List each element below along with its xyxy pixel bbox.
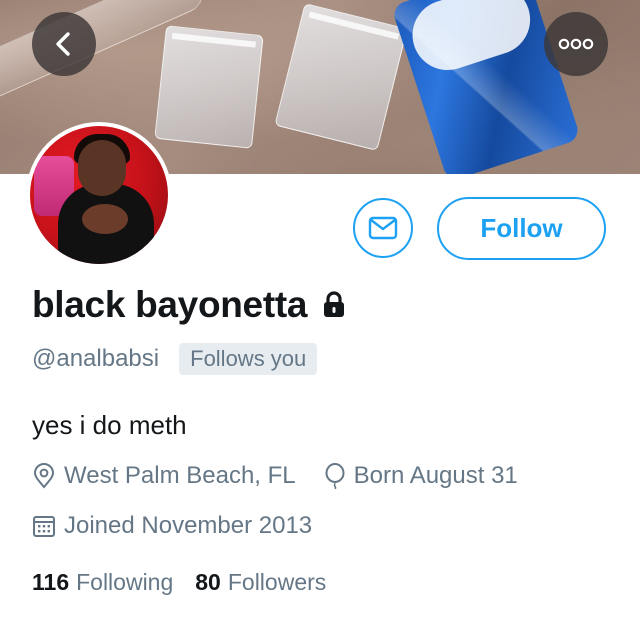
followers-label: Followers xyxy=(227,569,327,595)
joined-item: Joined November 2013 xyxy=(32,512,312,540)
calendar-icon xyxy=(33,516,55,537)
location-text: West Palm Beach, FL xyxy=(64,462,296,489)
balloon-icon xyxy=(325,463,345,489)
avatar-photo xyxy=(30,126,168,264)
message-button[interactable] xyxy=(353,198,413,258)
profile-meta-row: West Palm Beach, FL Born August 31 xyxy=(32,462,518,490)
follow-button[interactable]: Follow xyxy=(437,197,606,260)
banner-baggie xyxy=(154,25,264,149)
banner-baggie xyxy=(274,3,408,151)
chevron-left-icon xyxy=(56,32,70,56)
back-button[interactable] xyxy=(32,12,96,76)
more-dots-icon xyxy=(558,38,594,50)
joined-text: Joined November 2013 xyxy=(64,512,313,539)
followers-stat[interactable]: 80 Followers xyxy=(195,569,326,596)
follow-stats: 116 Following 80 Followers xyxy=(32,569,326,596)
follows-you-badge: Follows you xyxy=(179,343,318,375)
profile-bio: yes i do meth xyxy=(32,410,187,440)
birthday-text: Born August 31 xyxy=(353,462,518,489)
following-count: 116 xyxy=(32,569,70,595)
handle-row: @analbabsi Follows you xyxy=(32,343,318,375)
birthday-item: Born August 31 xyxy=(324,462,518,490)
more-options-button[interactable] xyxy=(544,12,608,76)
following-stat[interactable]: 116 Following xyxy=(32,569,173,596)
display-name: black bayonetta xyxy=(32,284,308,325)
username-handle: @analbabsi xyxy=(32,345,160,372)
following-label: Following xyxy=(76,569,174,595)
lock-icon xyxy=(319,290,349,320)
profile-name-row: black bayonetta xyxy=(32,284,349,326)
location-pin-icon xyxy=(33,463,55,489)
followers-count: 80 xyxy=(195,569,221,595)
avatar[interactable] xyxy=(26,122,172,268)
envelope-icon xyxy=(368,216,398,240)
location-item: West Palm Beach, FL xyxy=(32,462,296,490)
